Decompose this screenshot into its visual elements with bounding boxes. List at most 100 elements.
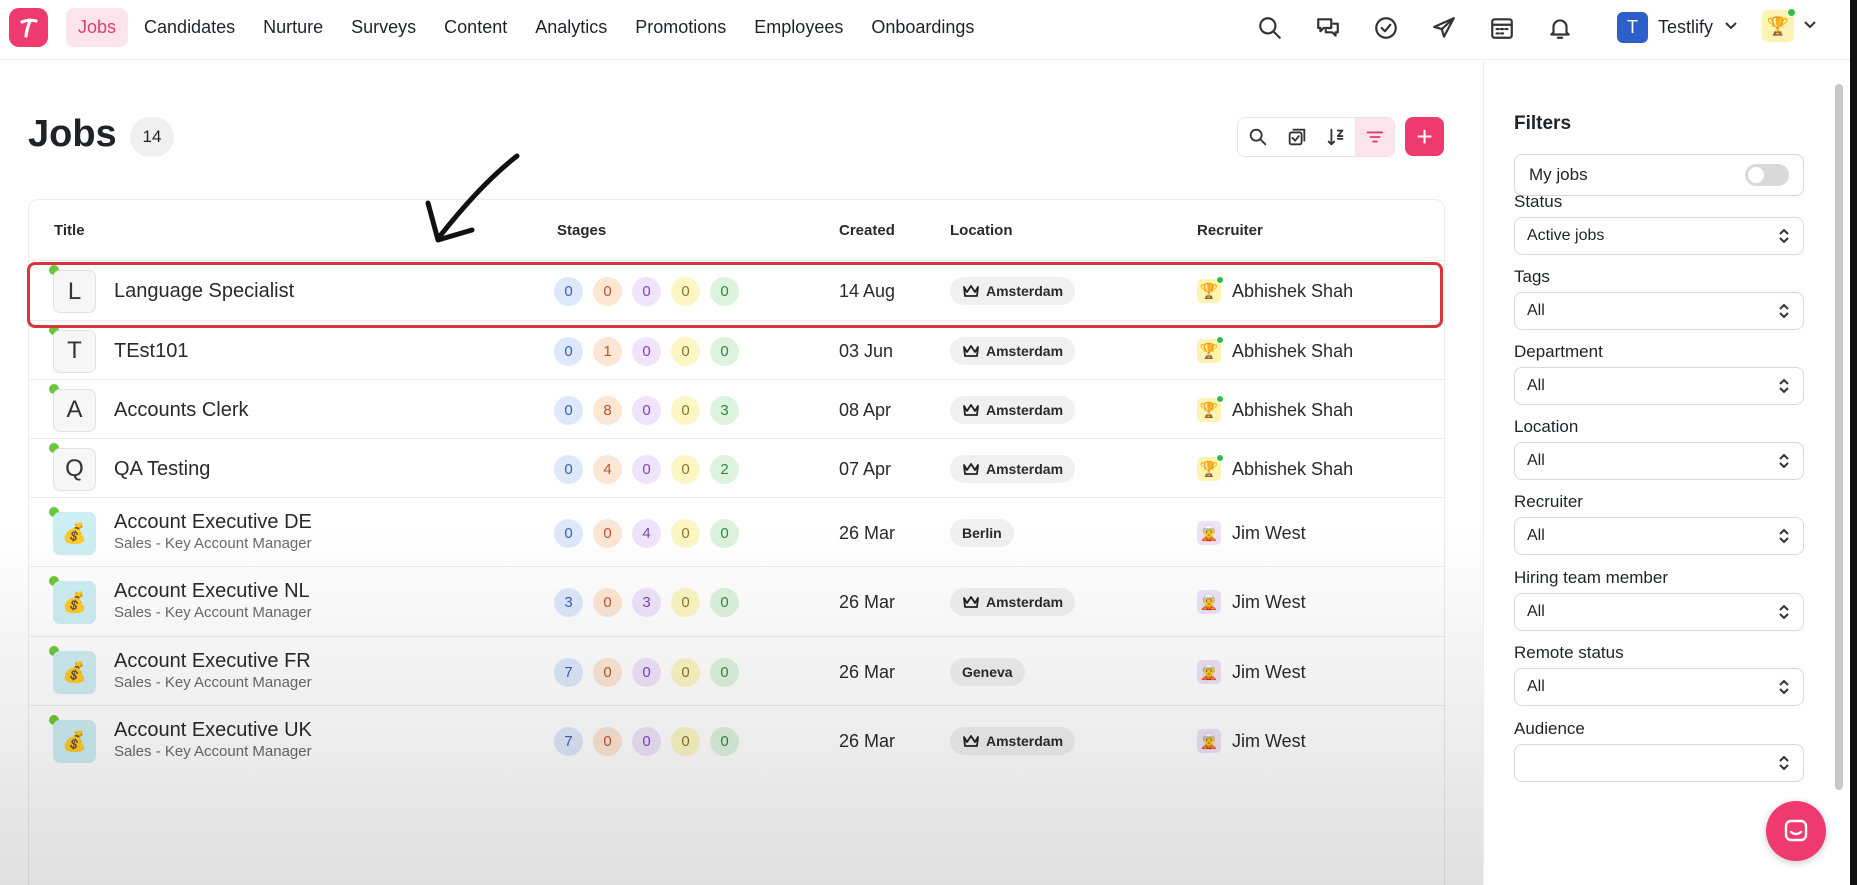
- stage-count[interactable]: 0: [632, 336, 661, 366]
- stage-count[interactable]: 0: [710, 727, 739, 756]
- table-row[interactable]: T TEst101 01000 03 Jun Amsterdam 🏆 Abhis…: [29, 320, 1444, 379]
- column-stages[interactable]: Stages: [557, 222, 606, 239]
- nav-surveys[interactable]: Surveys: [339, 8, 428, 47]
- job-title[interactable]: QA Testing: [114, 458, 210, 481]
- table-row[interactable]: L Language Specialist 00000 14 Aug Amste…: [29, 260, 1444, 320]
- scrollbar[interactable]: [1835, 84, 1843, 790]
- nav-analytics[interactable]: Analytics: [523, 8, 619, 47]
- filter-icon[interactable]: [1355, 118, 1394, 156]
- stage-count[interactable]: 0: [632, 727, 661, 756]
- job-title[interactable]: Language Specialist: [114, 280, 294, 303]
- stage-count[interactable]: 0: [593, 727, 622, 756]
- stage-count[interactable]: 0: [554, 454, 583, 484]
- stage-count[interactable]: 3: [632, 588, 661, 617]
- job-title[interactable]: Account Executive NL: [114, 580, 310, 603]
- stage-count[interactable]: 7: [554, 657, 583, 687]
- job-title[interactable]: Accounts Clerk: [114, 399, 249, 422]
- filter-select[interactable]: All: [1514, 517, 1804, 555]
- workspace-switcher[interactable]: T Testlify: [1617, 12, 1739, 43]
- filter-select[interactable]: Active jobs: [1514, 217, 1804, 255]
- stage-count[interactable]: 0: [671, 454, 700, 484]
- stage-count[interactable]: 4: [593, 454, 622, 484]
- stage-count[interactable]: 0: [554, 336, 583, 366]
- nav-onboardings[interactable]: Onboardings: [859, 8, 986, 47]
- column-title[interactable]: Title: [54, 222, 85, 239]
- table-row[interactable]: A Accounts Clerk 08003 08 Apr Amsterdam …: [29, 379, 1444, 438]
- nav-nurture[interactable]: Nurture: [251, 8, 335, 47]
- table-row[interactable]: 💰 Account Executive DE Sales - Key Accou…: [29, 497, 1444, 566]
- stage-count[interactable]: 0: [632, 657, 661, 687]
- job-department: Sales - Key Account Manager: [114, 604, 312, 621]
- filter-select[interactable]: All: [1514, 367, 1804, 405]
- add-job-button[interactable]: +: [1405, 117, 1444, 156]
- job-title[interactable]: Account Executive DE: [114, 511, 312, 534]
- filter-select[interactable]: All: [1514, 442, 1804, 480]
- toggle-switch[interactable]: [1745, 164, 1789, 186]
- table-row[interactable]: Q QA Testing 04002 07 Apr Amsterdam 🏆 Ab…: [29, 438, 1444, 497]
- app-logo[interactable]: [9, 8, 48, 47]
- stage-count[interactable]: 0: [632, 395, 661, 425]
- stage-count[interactable]: 0: [632, 277, 661, 306]
- stage-count[interactable]: 7: [554, 727, 583, 756]
- updown-chevron-icon: [1779, 604, 1789, 620]
- stage-count[interactable]: 8: [593, 395, 622, 425]
- chat-icon[interactable]: [1308, 8, 1348, 48]
- search-icon[interactable]: [1250, 8, 1290, 48]
- sort-icon[interactable]: [1316, 118, 1355, 156]
- nav-employees[interactable]: Employees: [742, 8, 855, 47]
- stage-count[interactable]: 0: [554, 395, 583, 425]
- stage-count[interactable]: 0: [593, 657, 622, 687]
- nav-content[interactable]: Content: [432, 8, 519, 47]
- stage-count[interactable]: 0: [671, 518, 700, 548]
- stage-count[interactable]: 0: [632, 454, 661, 484]
- stage-count[interactable]: 0: [593, 518, 622, 548]
- stage-count[interactable]: 3: [710, 395, 739, 425]
- stage-count[interactable]: 0: [671, 588, 700, 617]
- stage-count[interactable]: 0: [671, 277, 700, 306]
- nav-candidates[interactable]: Candidates: [132, 8, 247, 47]
- table-row[interactable]: 💰 Account Executive FR Sales - Key Accou…: [29, 636, 1444, 705]
- column-location[interactable]: Location: [950, 222, 1013, 239]
- stage-count[interactable]: 0: [710, 588, 739, 617]
- support-chat-button[interactable]: [1766, 801, 1826, 861]
- filter-select[interactable]: All: [1514, 292, 1804, 330]
- search-icon[interactable]: [1238, 118, 1277, 156]
- table-row[interactable]: 💰 Account Executive NL Sales - Key Accou…: [29, 566, 1444, 636]
- job-title[interactable]: Account Executive UK: [114, 719, 312, 742]
- stage-count[interactable]: 0: [710, 657, 739, 687]
- stage-count[interactable]: 0: [710, 518, 739, 548]
- filter-select[interactable]: [1514, 744, 1804, 782]
- filter-select[interactable]: All: [1514, 593, 1804, 631]
- job-title[interactable]: TEst101: [114, 340, 188, 363]
- stage-count[interactable]: 2: [710, 454, 739, 484]
- nav-jobs[interactable]: Jobs: [66, 8, 129, 47]
- filter-value: All: [1527, 377, 1545, 394]
- my-jobs-toggle[interactable]: My jobs: [1514, 154, 1804, 196]
- check-circle-icon[interactable]: [1366, 8, 1406, 48]
- stage-count[interactable]: 1: [593, 336, 622, 366]
- updown-chevron-icon: [1779, 378, 1789, 394]
- stage-count[interactable]: 0: [710, 336, 739, 366]
- stage-count[interactable]: 4: [632, 518, 661, 548]
- column-created[interactable]: Created: [839, 222, 895, 239]
- stage-count[interactable]: 0: [593, 277, 622, 306]
- filter-select[interactable]: All: [1514, 668, 1804, 706]
- stage-count[interactable]: 0: [710, 277, 739, 306]
- column-recruiter[interactable]: Recruiter: [1197, 222, 1263, 239]
- table-row[interactable]: 💰 Account Executive UK Sales - Key Accou…: [29, 705, 1444, 775]
- calendar-icon[interactable]: [1482, 8, 1522, 48]
- user-menu[interactable]: 🏆: [1762, 8, 1818, 42]
- nav-promotions[interactable]: Promotions: [623, 8, 738, 47]
- stage-count[interactable]: 0: [671, 657, 700, 687]
- select-icon[interactable]: [1277, 118, 1316, 156]
- stage-count[interactable]: 0: [554, 518, 583, 548]
- bell-icon[interactable]: [1540, 8, 1580, 48]
- send-icon[interactable]: [1424, 8, 1464, 48]
- stage-count[interactable]: 0: [671, 727, 700, 756]
- stage-count[interactable]: 0: [671, 336, 700, 366]
- stage-count[interactable]: 3: [554, 588, 583, 617]
- stage-count[interactable]: 0: [593, 588, 622, 617]
- job-title[interactable]: Account Executive FR: [114, 650, 311, 673]
- stage-count[interactable]: 0: [671, 395, 700, 425]
- stage-count[interactable]: 0: [554, 277, 583, 306]
